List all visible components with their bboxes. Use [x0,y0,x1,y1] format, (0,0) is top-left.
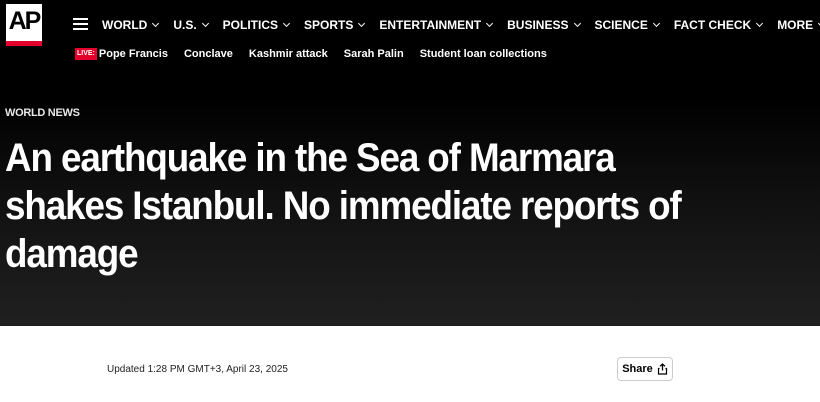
nav-item-entertainment[interactable]: ENTERTAINMENT [379,16,494,34]
chevron-down-icon [152,19,160,28]
trending-item-conclave[interactable]: Conclave [184,48,233,60]
trending-item-pope-francis[interactable]: Pope Francis [99,48,168,60]
ap-logo[interactable]: AP [6,4,42,46]
live-badge: LIVE: [75,48,97,60]
chevron-down-icon [756,19,764,28]
nav-item-label: POLITICS [222,18,279,32]
trending-bar: LIVE: Pope Francis Conclave Kashmir atta… [75,46,563,62]
updated-timestamp: Updated 1:28 PM GMT+3, April 23, 2025 [107,364,288,375]
nav-item-politics[interactable]: POLITICS [222,16,291,34]
chevron-down-icon [282,19,291,28]
nav-item-label: BUSINESS [507,18,569,32]
nav-item-label: WORLD [102,18,148,32]
nav-item-sports[interactable]: SPORTS [304,16,366,34]
article-headline: An earthquake in the Sea of Marmara shak… [5,136,682,276]
main-nav: WORLD U.S. POLITICS SPORTS ENTERTAINMENT… [102,16,820,34]
chevron-down-icon [201,19,209,28]
chevron-down-icon [358,19,366,28]
nav-item-label: SPORTS [304,18,354,32]
nav-item-science[interactable]: SCIENCE [594,16,660,34]
section-label[interactable]: WORLD NEWS [5,107,80,119]
nav-item-fact-check[interactable]: FACT CHECK [673,16,764,34]
header-band: AP WORLD U.S. POLITICS SPORTS ENTERTAINM… [0,0,820,326]
nav-item-label: FACT CHECK [673,18,752,32]
share-icon [657,363,667,375]
menu-icon[interactable] [73,18,88,30]
nav-item-label: U.S. [173,18,197,32]
logo-red-bar [6,41,42,46]
nav-item-label: ENTERTAINMENT [379,18,482,32]
nav-item-business[interactable]: BUSINESS [507,16,581,34]
chevron-down-icon [652,19,660,28]
chevron-down-icon [573,19,581,28]
logo-text: AP [8,7,42,35]
trending-item-student-loans[interactable]: Student loan collections [420,48,547,60]
nav-item-label: MORE [777,18,814,32]
nav-item-label: SCIENCE [594,18,648,32]
nav-item-us[interactable]: U.S. [173,16,209,34]
trending-item-sarah-palin[interactable]: Sarah Palin [344,48,404,60]
nav-item-world[interactable]: WORLD [102,16,160,34]
share-button[interactable]: Share [617,357,673,381]
nav-item-more[interactable]: MORE [777,16,820,34]
trending-item-kashmir-attack[interactable]: Kashmir attack [249,48,328,60]
share-label: Share [622,363,653,375]
chevron-down-icon [486,19,494,28]
